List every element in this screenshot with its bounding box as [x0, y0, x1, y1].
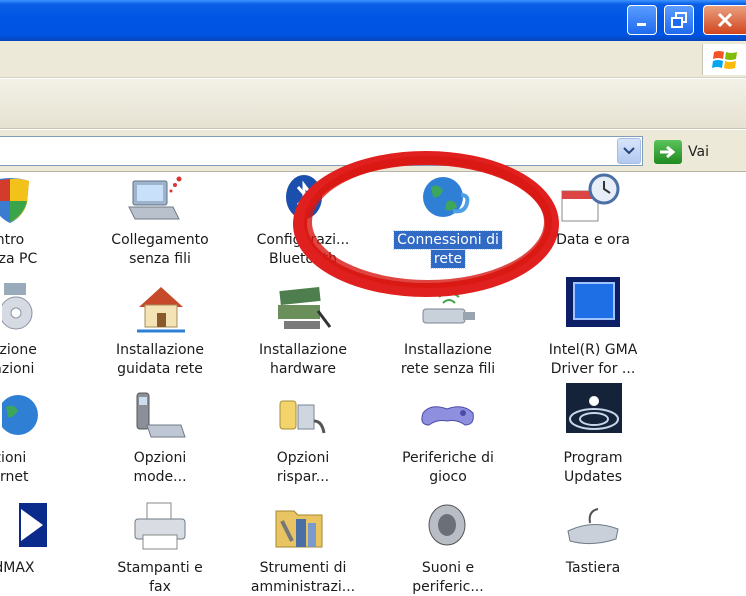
- cd-install-icon: [0, 283, 49, 331]
- toolbar: [0, 79, 746, 129]
- item-label: Updates: [564, 469, 622, 485]
- item-label: Installazione: [115, 342, 204, 358]
- item-label: ezza PC: [0, 251, 38, 267]
- item-label: Opzioni: [133, 450, 187, 466]
- modem-phone-icon: [133, 391, 187, 439]
- sendmax-icon: [7, 501, 61, 549]
- item-label: Installazione: [403, 342, 492, 358]
- restore-icon: [671, 12, 687, 28]
- item-label: Intel(R) GMA: [548, 342, 638, 358]
- item-label: Tastiera: [565, 560, 621, 576]
- home-network-icon: [133, 283, 187, 333]
- minimize-icon: [637, 23, 646, 26]
- item-label: rispar...: [276, 469, 330, 485]
- item-label: amministrazi...: [250, 579, 356, 595]
- hardware-install-icon: [274, 283, 332, 331]
- control-panel-content: ntro ezza PC Collegamento senza fili Confi…: [0, 151, 746, 596]
- item-label: fax: [149, 579, 171, 595]
- address-dropdown-button[interactable]: [617, 138, 641, 164]
- minimize-button[interactable]: [627, 5, 657, 35]
- item-label: Installazione: [258, 342, 347, 358]
- internet-options-icon: [0, 391, 49, 439]
- item-label-selected: rete: [429, 249, 467, 269]
- item-label: llazione: [0, 342, 37, 358]
- item-label: senza fili: [129, 251, 191, 267]
- admin-tools-icon: [272, 501, 326, 549]
- item-label: Strumenti di: [259, 560, 347, 576]
- bluetooth-icon: [278, 173, 332, 221]
- speaker-icon: [421, 501, 475, 549]
- item-label: Suoni e: [421, 560, 475, 576]
- printer-fax-icon: [131, 501, 186, 550]
- close-icon: [717, 12, 733, 28]
- item-label: rete senza fili: [400, 361, 496, 377]
- item-label: Stampanti e: [117, 560, 203, 576]
- item-label-selected: Connessioni di: [393, 230, 503, 250]
- security-shield-icon: [0, 175, 37, 223]
- gamepad-icon: [417, 391, 474, 439]
- power-options-icon: [274, 391, 328, 439]
- item-label: Bluetooth: [269, 251, 337, 267]
- address-bar: Vai: [0, 130, 746, 172]
- windows-logo-icon: [702, 44, 746, 75]
- item-label: Driver for ...: [550, 361, 636, 377]
- item-label: gioco: [429, 469, 467, 485]
- item-label: Periferiche di: [402, 450, 494, 466]
- item-label: zioni: [0, 450, 27, 466]
- item-label: Program: [563, 450, 623, 466]
- go-button[interactable]: Vai: [654, 138, 709, 166]
- wireless-adapter-icon: [417, 283, 475, 331]
- menu-bar: [0, 41, 746, 78]
- item-label: periferic...: [412, 579, 484, 595]
- close-button[interactable]: [703, 5, 746, 35]
- maximize-button[interactable]: [664, 5, 694, 35]
- chevron-down-icon: [623, 147, 635, 155]
- item-label: Opzioni: [276, 450, 330, 466]
- item-label: Collegamento: [111, 232, 209, 248]
- item-label: ntro: [0, 232, 25, 248]
- calendar-clock-icon: [558, 173, 620, 222]
- item-label: Data e ora: [556, 232, 630, 248]
- wireless-laptop-icon: [127, 173, 182, 221]
- item-label: guidata rete: [117, 361, 203, 377]
- item-label: ernet: [0, 469, 29, 485]
- title-bar: [0, 0, 746, 41]
- go-label: Vai: [688, 144, 709, 160]
- item-label: Configurazi...: [256, 232, 350, 248]
- go-arrow-icon: [654, 140, 682, 164]
- address-input[interactable]: [0, 136, 643, 166]
- intel-gma-icon: [564, 275, 620, 327]
- network-globe-icon: [419, 173, 473, 221]
- keyboard-icon: [562, 501, 619, 549]
- program-updates-icon: [564, 381, 622, 433]
- item-label: ndMAX: [0, 560, 35, 576]
- item-label: hardware: [270, 361, 336, 377]
- item-label: mode...: [133, 469, 187, 485]
- item-label: cazioni: [0, 361, 35, 377]
